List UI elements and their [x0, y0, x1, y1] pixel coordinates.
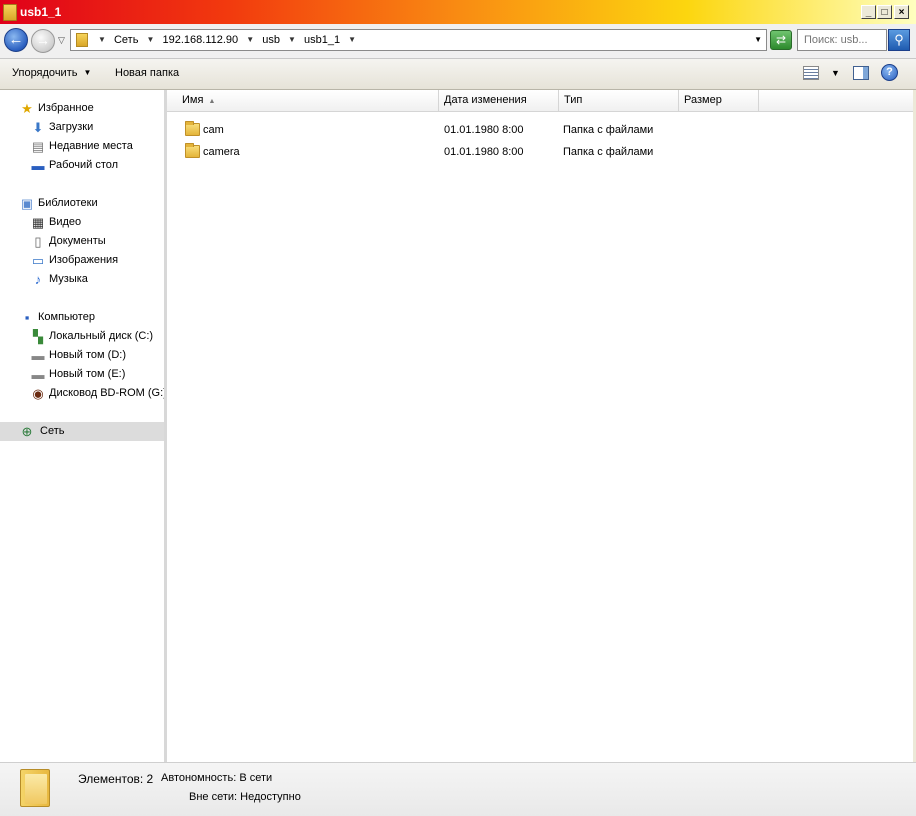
breadcrumb-host[interactable]: 192.168.112.90 — [163, 34, 239, 46]
chevron-icon[interactable]: ▼ — [348, 35, 356, 44]
computer-icon: ▪ — [24, 310, 30, 325]
search-icon: ⚲ — [894, 32, 904, 47]
libraries-icon: ▣ — [20, 196, 34, 211]
music-icon: ♪ — [34, 272, 42, 287]
preview-pane-icon[interactable] — [853, 66, 869, 80]
nav-libraries[interactable]: ▣ Библиотеки — [19, 194, 159, 213]
breadcrumb-usb1-1[interactable]: usb1_1 — [304, 34, 340, 46]
folder-icon — [76, 33, 88, 47]
refresh-button[interactable]: ⇄ — [770, 30, 792, 50]
sort-ascending-icon: ▲ — [208, 98, 216, 105]
folder-icon — [185, 143, 200, 158]
nav-item-recent[interactable]: ▤ Недавние места — [30, 137, 160, 156]
column-header-row: Имя ▲ Дата изменения Тип Размер — [167, 90, 913, 112]
address-bar[interactable]: ▼ Сеть ▼ 192.168.112.90 ▼ usb ▼ usb1_1 ▼… — [70, 29, 767, 51]
chevron-down-icon: ▼ — [83, 68, 92, 77]
optical-drive-icon: ◉ — [32, 386, 44, 401]
table-row[interactable]: cam 01.01.1980 8:00 Папка с файлами — [167, 119, 913, 141]
breadcrumb-usb[interactable]: usb — [262, 34, 280, 46]
item-count: Элементов: 2 — [78, 772, 154, 786]
nav-item-video[interactable]: ▦ Видео — [30, 213, 160, 232]
downloads-icon: ⬇ — [32, 120, 44, 135]
nav-item-drive-e[interactable]: ▬ Новый том (E:) — [30, 365, 164, 384]
nav-item-documents[interactable]: ▯ Документы — [30, 232, 160, 251]
folder-icon — [185, 121, 200, 136]
search-input[interactable] — [804, 31, 884, 49]
offline-value: В сети — [239, 772, 273, 784]
nav-item-drive-c[interactable]: ▚ Локальный диск (C:) — [30, 327, 164, 346]
nav-item-music[interactable]: ♪ Музыка — [30, 270, 160, 289]
search-button[interactable]: ⚲ — [888, 29, 910, 51]
offline-label: Автономность: В сети — [161, 772, 273, 784]
file-name: camera — [203, 146, 240, 158]
file-type: Папка с файлами — [563, 124, 654, 136]
file-date: 01.01.1980 8:00 — [444, 124, 524, 136]
hard-drive-icon: ▬ — [31, 348, 45, 363]
new-folder-button[interactable]: Новая папка — [115, 67, 179, 79]
documents-icon: ▯ — [34, 234, 42, 249]
view-options-chevron-icon[interactable]: ▼ — [831, 68, 840, 78]
folder-icon — [20, 769, 50, 807]
file-name: cam — [203, 124, 224, 136]
maximize-button[interactable]: □ — [877, 5, 892, 19]
column-header-size[interactable]: Размер — [679, 90, 759, 111]
pictures-icon: ▭ — [31, 253, 45, 268]
availability-label: Вне сети: Недоступно — [189, 791, 301, 803]
organize-label: Упорядочить — [12, 67, 78, 79]
refresh-icon: ⇄ — [775, 33, 787, 47]
file-list: Имя ▲ Дата изменения Тип Размер cam 01.01… — [167, 90, 913, 762]
back-button[interactable]: ← — [4, 28, 28, 52]
hard-drive-icon: ▬ — [31, 367, 45, 382]
search-box[interactable] — [797, 29, 887, 51]
breadcrumb: ▼ Сеть ▼ 192.168.112.90 ▼ usb ▼ usb1_1 ▼ — [93, 34, 361, 46]
nav-item-pictures[interactable]: ▭ Изображения — [30, 251, 160, 270]
desktop-icon: ▬ — [31, 158, 45, 173]
title-bar: usb1_1 _ □ × — [0, 0, 916, 24]
chevron-icon[interactable]: ▼ — [98, 35, 106, 44]
history-dropdown-icon[interactable]: ▽ — [58, 35, 65, 46]
video-icon: ▦ — [31, 215, 45, 230]
change-view-icon[interactable] — [803, 66, 819, 80]
availability-value: Недоступно — [240, 791, 301, 803]
file-date: 01.01.1980 8:00 — [444, 146, 524, 158]
file-type: Папка с файлами — [563, 146, 654, 158]
window-title: usb1_1 — [20, 5, 62, 19]
address-dropdown-icon[interactable]: ▼ — [754, 35, 762, 44]
help-icon[interactable]: ? — [881, 64, 898, 81]
breadcrumb-network[interactable]: Сеть — [114, 34, 138, 46]
chevron-icon[interactable]: ▼ — [288, 35, 296, 44]
chevron-icon[interactable]: ▼ — [147, 35, 155, 44]
forward-arrow-icon: → — [36, 32, 50, 48]
table-row[interactable]: camera 01.01.1980 8:00 Папка с файлами — [167, 141, 913, 163]
star-icon: ★ — [21, 101, 33, 116]
back-arrow-icon: ← — [8, 31, 24, 48]
chevron-icon[interactable]: ▼ — [246, 35, 254, 44]
close-button[interactable]: × — [894, 5, 909, 19]
column-header-date[interactable]: Дата изменения — [439, 90, 559, 111]
nav-item-drive-d[interactable]: ▬ Новый том (D:) — [30, 346, 164, 365]
minimize-button[interactable]: _ — [861, 5, 876, 19]
explorer-window: usb1_1 _ □ × ← → ▽ ▼ Сеть ▼ 192.168.112.… — [0, 0, 916, 816]
nav-item-downloads[interactable]: ⬇ Загрузки — [30, 118, 160, 137]
navigation-pane: ★ Избранное ⬇ Загрузки ▤ Недавние места … — [0, 90, 167, 762]
nav-item-desktop[interactable]: ▬ Рабочий стол — [30, 156, 160, 175]
details-pane: Элементов: 2 Автономность: В сети Вне се… — [0, 762, 916, 816]
windows-drive-icon: ▚ — [33, 329, 43, 344]
nav-item-drive-g[interactable]: ◉ Дисковод BD-ROM (G:) — [30, 384, 167, 403]
folder-icon — [3, 4, 17, 21]
forward-button[interactable]: → — [31, 29, 55, 53]
nav-network[interactable]: ⊕ Сеть — [0, 422, 164, 441]
recent-places-icon: ▤ — [31, 139, 45, 154]
address-toolbar: ← → ▽ ▼ Сеть ▼ 192.168.112.90 ▼ usb ▼ us… — [0, 24, 916, 59]
nav-computer[interactable]: ▪ Компьютер — [19, 308, 159, 327]
command-bar: Упорядочить ▼ Новая папка ▼ ? — [0, 59, 916, 90]
network-icon: ⊕ — [21, 424, 33, 439]
column-header-type[interactable]: Тип — [559, 90, 679, 111]
nav-favorites[interactable]: ★ Избранное — [19, 99, 159, 118]
column-header-name[interactable]: Имя ▲ — [177, 90, 439, 111]
organize-button[interactable]: Упорядочить ▼ — [12, 67, 91, 79]
